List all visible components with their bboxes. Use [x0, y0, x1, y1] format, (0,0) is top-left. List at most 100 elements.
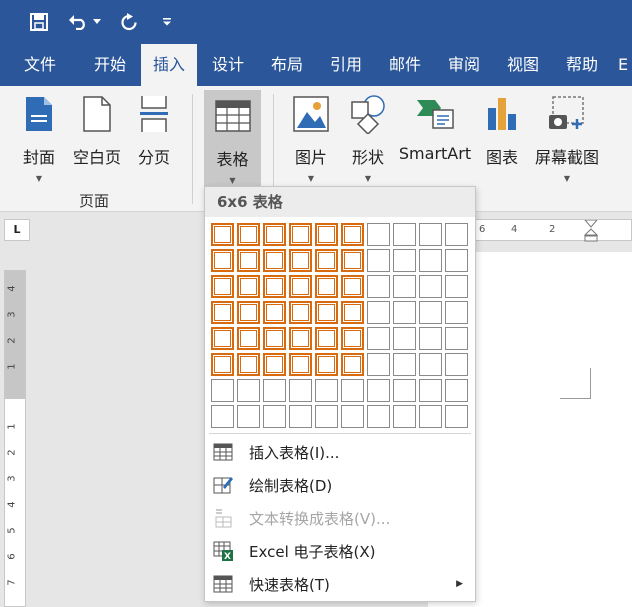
table-grid-cell-selected[interactable] — [211, 327, 234, 350]
table-grid-cell-selected[interactable] — [289, 275, 312, 298]
table-grid-cell[interactable] — [393, 379, 416, 402]
tab-help[interactable]: 帮助 — [554, 44, 610, 86]
table-grid-cell[interactable] — [445, 275, 468, 298]
table-grid-cell-selected[interactable] — [341, 249, 364, 272]
table-grid-cell-selected[interactable] — [341, 275, 364, 298]
table-grid-cell-selected[interactable] — [315, 249, 338, 272]
table-grid-cell[interactable] — [445, 249, 468, 272]
table-grid-cell-selected[interactable] — [341, 223, 364, 246]
undo-icon[interactable] — [66, 8, 90, 36]
draw-table-menu-item[interactable]: 绘制表格(D) — [205, 469, 475, 501]
table-grid-cell[interactable] — [367, 301, 390, 324]
table-grid-cell-selected[interactable] — [263, 249, 286, 272]
table-grid-cell[interactable] — [315, 405, 338, 428]
table-grid-cell-selected[interactable] — [263, 301, 286, 324]
table-grid-cell-selected[interactable] — [237, 275, 260, 298]
table-grid-cell-selected[interactable] — [263, 223, 286, 246]
excel-spreadsheet-menu-item[interactable]: X Excel 电子表格(X) — [205, 535, 475, 567]
table-grid-cell-selected[interactable] — [315, 275, 338, 298]
table-grid-cell[interactable] — [445, 223, 468, 246]
table-grid-cell-selected[interactable] — [211, 275, 234, 298]
table-grid-cell[interactable] — [341, 379, 364, 402]
table-grid-cell[interactable] — [263, 405, 286, 428]
table-grid-cell-selected[interactable] — [315, 301, 338, 324]
tab-view[interactable]: 视图 — [495, 44, 551, 86]
insert-table-menu-item[interactable]: 插入表格(I)... — [205, 436, 475, 468]
table-grid-cell[interactable] — [393, 327, 416, 350]
table-grid-cell-selected[interactable] — [289, 249, 312, 272]
table-grid-cell[interactable] — [393, 353, 416, 376]
horizontal-ruler[interactable]: 6 4 2 — [470, 219, 632, 242]
table-grid-cell[interactable] — [445, 327, 468, 350]
smartart-button[interactable]: SmartArt — [398, 92, 472, 184]
table-grid-cell-selected[interactable] — [315, 327, 338, 350]
table-grid-cell-selected[interactable] — [237, 327, 260, 350]
table-grid-cell-selected[interactable] — [211, 353, 234, 376]
table-grid-cell[interactable] — [393, 301, 416, 324]
table-grid-cell-selected[interactable] — [237, 249, 260, 272]
table-grid-cell[interactable] — [367, 275, 390, 298]
tab-file[interactable]: 文件 — [12, 44, 68, 86]
tab-mailings[interactable]: 邮件 — [377, 44, 433, 86]
quick-tables-menu-item[interactable]: 快速表格(T) ▶ — [205, 568, 475, 600]
tab-review[interactable]: 审阅 — [436, 44, 492, 86]
customize-arrow-icon[interactable] — [160, 8, 174, 36]
indent-marker-icon[interactable] — [583, 220, 599, 242]
table-grid-cell[interactable] — [445, 353, 468, 376]
chart-button[interactable]: 图表 — [480, 92, 524, 184]
pictures-button[interactable]: 图片 ▼ — [286, 92, 336, 184]
redo-icon[interactable] — [116, 8, 142, 36]
table-grid-cell-selected[interactable] — [315, 223, 338, 246]
tab-references[interactable]: 引用 — [318, 44, 374, 86]
table-grid-cell[interactable] — [211, 405, 234, 428]
cover-page-button[interactable]: 封面 ▼ — [16, 92, 62, 184]
undo-dropdown-icon[interactable] — [90, 8, 104, 36]
table-grid-cell-selected[interactable] — [237, 223, 260, 246]
table-grid-cell-selected[interactable] — [289, 223, 312, 246]
table-grid-cell[interactable] — [367, 353, 390, 376]
shapes-button[interactable]: 形状 ▼ — [344, 92, 392, 184]
table-grid-cell[interactable] — [367, 405, 390, 428]
save-icon[interactable] — [26, 8, 52, 36]
table-grid-cell-selected[interactable] — [263, 353, 286, 376]
table-grid-cell-selected[interactable] — [211, 301, 234, 324]
blank-page-button[interactable]: 空白页 — [70, 92, 124, 184]
table-grid-cell[interactable] — [419, 353, 442, 376]
table-grid-cell-selected[interactable] — [237, 353, 260, 376]
table-grid-cell[interactable] — [237, 379, 260, 402]
table-grid-cell-selected[interactable] — [263, 275, 286, 298]
table-grid-cell[interactable] — [419, 405, 442, 428]
table-button[interactable]: 表格 ▼ — [204, 90, 261, 186]
table-grid-cell-selected[interactable] — [211, 223, 234, 246]
table-grid-cell[interactable] — [419, 249, 442, 272]
table-grid-cell-selected[interactable] — [211, 249, 234, 272]
table-grid-cell[interactable] — [289, 405, 312, 428]
table-grid-cell[interactable] — [211, 379, 234, 402]
table-grid-cell-selected[interactable] — [237, 301, 260, 324]
table-grid-cell[interactable] — [393, 275, 416, 298]
table-grid-cell[interactable] — [419, 379, 442, 402]
table-grid-cell[interactable] — [315, 379, 338, 402]
screenshot-button[interactable]: 屏幕截图 ▼ — [530, 92, 604, 184]
table-grid-cell-selected[interactable] — [289, 353, 312, 376]
table-grid-cell[interactable] — [393, 223, 416, 246]
table-grid-cell[interactable] — [341, 405, 364, 428]
table-grid-cell-selected[interactable] — [341, 301, 364, 324]
table-grid-cell[interactable] — [367, 223, 390, 246]
table-grid-cell[interactable] — [367, 249, 390, 272]
table-grid-cell[interactable] — [419, 301, 442, 324]
table-grid-cell-selected[interactable] — [263, 327, 286, 350]
table-grid-cell[interactable] — [393, 405, 416, 428]
table-grid-cell-selected[interactable] — [341, 327, 364, 350]
tab-layout[interactable]: 布局 — [259, 44, 315, 86]
page-break-button[interactable]: 分页 — [132, 92, 176, 184]
table-grid-cell[interactable] — [263, 379, 286, 402]
table-grid-cell[interactable] — [393, 249, 416, 272]
table-grid-cell[interactable] — [367, 327, 390, 350]
tab-stop-selector[interactable]: L — [4, 219, 30, 241]
table-grid-cell[interactable] — [367, 379, 390, 402]
table-grid-cell[interactable] — [445, 405, 468, 428]
tab-overflow[interactable]: E — [618, 44, 632, 86]
tab-home[interactable]: 开始 — [82, 44, 138, 86]
table-grid-cell[interactable] — [445, 379, 468, 402]
